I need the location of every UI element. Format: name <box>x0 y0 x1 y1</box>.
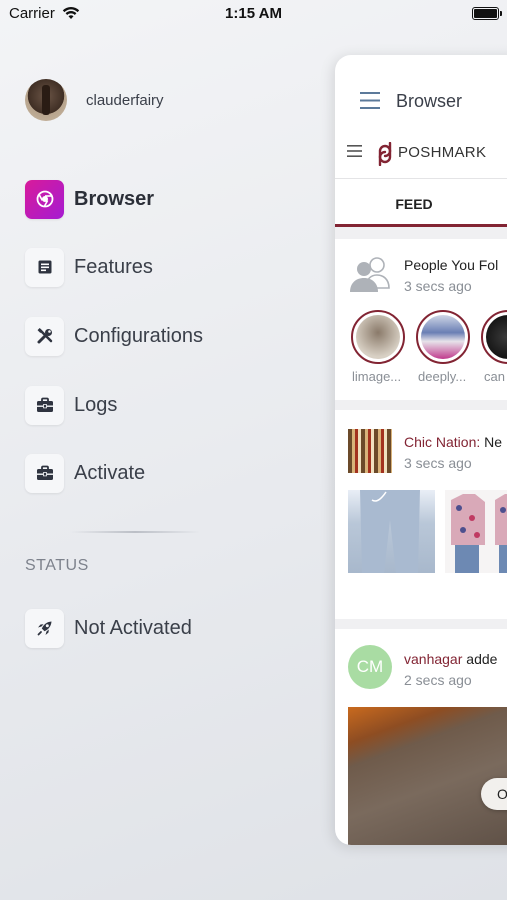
poshmark-brand: POSHMARK <box>398 144 487 161</box>
store-thumbnail[interactable] <box>348 429 392 473</box>
product-image[interactable] <box>445 490 507 573</box>
poshmark-logo-icon <box>375 141 395 171</box>
feed-item-time: 3 secs ago <box>404 455 472 471</box>
menu-item-features[interactable]: Features <box>25 247 285 287</box>
people-icon <box>348 255 392 298</box>
feed-item-time: 3 secs ago <box>404 278 472 294</box>
menu-label-activate: Activate <box>74 461 146 484</box>
feed-separator <box>335 619 507 629</box>
status-bar: Carrier 1:15 AM <box>0 0 507 30</box>
feed-item-title[interactable]: People You Fol <box>404 257 498 273</box>
tools-icon <box>25 316 64 356</box>
feed-item-title-rest: Ne <box>480 434 503 450</box>
poshmark-menu-icon[interactable] <box>347 144 362 162</box>
listing-action-button[interactable]: O <box>481 778 507 810</box>
feed-brand[interactable]: vanhagar <box>404 651 462 667</box>
status-item: Not Activated <box>25 608 285 648</box>
status-heading: STATUS <box>25 557 89 574</box>
status-value: Not Activated <box>74 616 192 639</box>
menu-label-configurations: Configurations <box>74 324 203 347</box>
poshmark-header: POSHMARK <box>335 133 507 179</box>
user-label: can <box>484 369 505 384</box>
menu-item-activate[interactable]: Activate <box>25 453 285 493</box>
feed-item-title[interactable]: Chic Nation: Ne <box>404 434 502 450</box>
menu-item-browser[interactable]: Browser <box>25 179 285 219</box>
menu-item-logs[interactable]: Logs <box>25 385 285 425</box>
user-initials-avatar[interactable]: CM <box>348 645 392 689</box>
feed-separator <box>335 227 507 239</box>
rocket-icon <box>25 608 64 648</box>
user-label: limage... <box>352 369 402 384</box>
tab-feed[interactable]: FEED <box>335 179 507 227</box>
menu-item-configurations[interactable]: Configurations <box>25 316 285 356</box>
feed-item-time: 2 secs ago <box>404 672 472 688</box>
feed-brand[interactable]: Chic Nation: <box>404 434 480 450</box>
feed-item-title-rest: adde <box>462 651 498 667</box>
app-title: Browser <box>396 91 463 111</box>
menu-divider <box>70 531 200 533</box>
clock: 1:15 AM <box>225 5 282 22</box>
briefcase-icon <box>25 453 64 493</box>
menu-label-features: Features <box>74 255 153 278</box>
briefcase-icon <box>25 385 64 425</box>
user-label: deeply... <box>418 369 467 384</box>
user-avatar[interactable] <box>481 310 507 364</box>
user-avatar[interactable] <box>416 310 470 364</box>
user-avatar[interactable] <box>351 310 405 364</box>
listing-image[interactable] <box>348 707 507 845</box>
browser-icon <box>25 179 64 219</box>
battery-icon <box>472 7 502 20</box>
hamburger-menu-icon[interactable] <box>360 92 380 114</box>
menu-label-logs: Logs <box>74 393 118 416</box>
username: clauderfairy <box>86 92 164 109</box>
app-preview-card[interactable]: Browser POSHMARK FEED People You Fol 3 s… <box>335 55 507 845</box>
product-image[interactable] <box>348 490 435 573</box>
avatar[interactable] <box>25 79 67 121</box>
menu-label-browser: Browser <box>74 187 155 210</box>
document-icon <box>25 247 64 287</box>
feed-item-title[interactable]: vanhagar adde <box>404 651 497 667</box>
feed-separator <box>335 400 507 410</box>
